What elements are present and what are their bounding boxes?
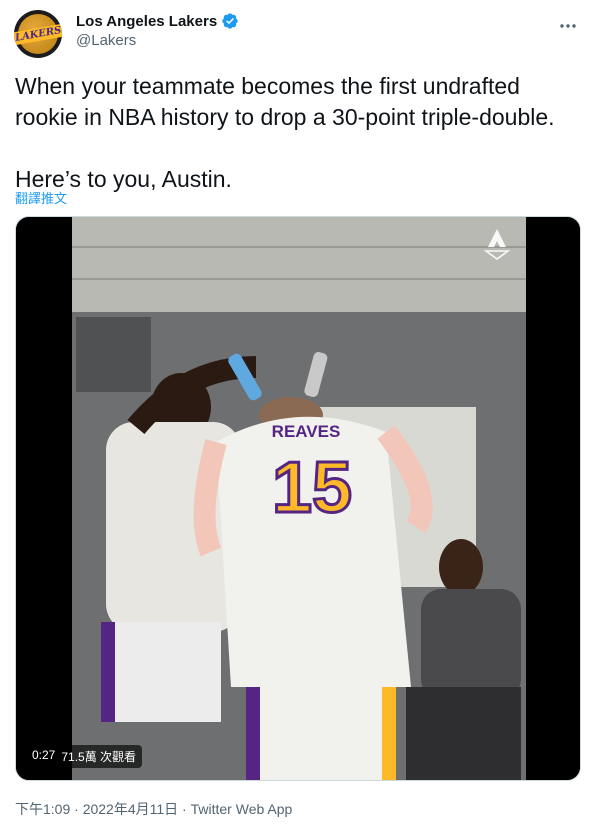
la-logo-icon <box>483 229 511 260</box>
jersey-name: REAVES <box>272 422 341 441</box>
video-duration: 0:27 <box>32 748 56 762</box>
tweet-source[interactable]: Twitter Web App <box>191 801 293 817</box>
verified-badge-icon <box>222 13 238 29</box>
video-views: 71.5萬 次觀看 <box>61 750 137 764</box>
author-info: Los Angeles Lakers @Lakers <box>76 12 239 49</box>
meta-separator: · <box>178 801 191 817</box>
author-handle[interactable]: @Lakers <box>76 32 239 49</box>
avatar[interactable]: LAKERS <box>14 10 62 58</box>
avatar-logo-text: LAKERS <box>14 23 62 45</box>
lakers-logo-icon: LAKERS <box>14 14 62 54</box>
video-stats: 0:27 71.5萬 次觀看 <box>26 745 143 768</box>
more-options-icon[interactable] <box>558 16 578 36</box>
video-frame: REAVES 15 <box>16 217 580 780</box>
tweet-text: When your teammate becomes the first und… <box>15 73 555 192</box>
tweet-timestamp[interactable]: 下午1:09 · 2022年4月11日 <box>15 801 178 817</box>
tweet-header: LAKERS Los Angeles Lakers @Lakers <box>14 10 582 60</box>
video-player[interactable]: REAVES 15 0:27 71.5萬 次觀看 <box>15 216 581 781</box>
tweet-meta: 下午1:09 · 2022年4月11日 · Twitter Web App <box>15 799 292 819</box>
translate-tweet-link[interactable]: 翻譯推文 <box>15 188 67 207</box>
jersey-number: 15 <box>272 448 352 528</box>
author-display-name[interactable]: Los Angeles Lakers <box>76 13 217 30</box>
